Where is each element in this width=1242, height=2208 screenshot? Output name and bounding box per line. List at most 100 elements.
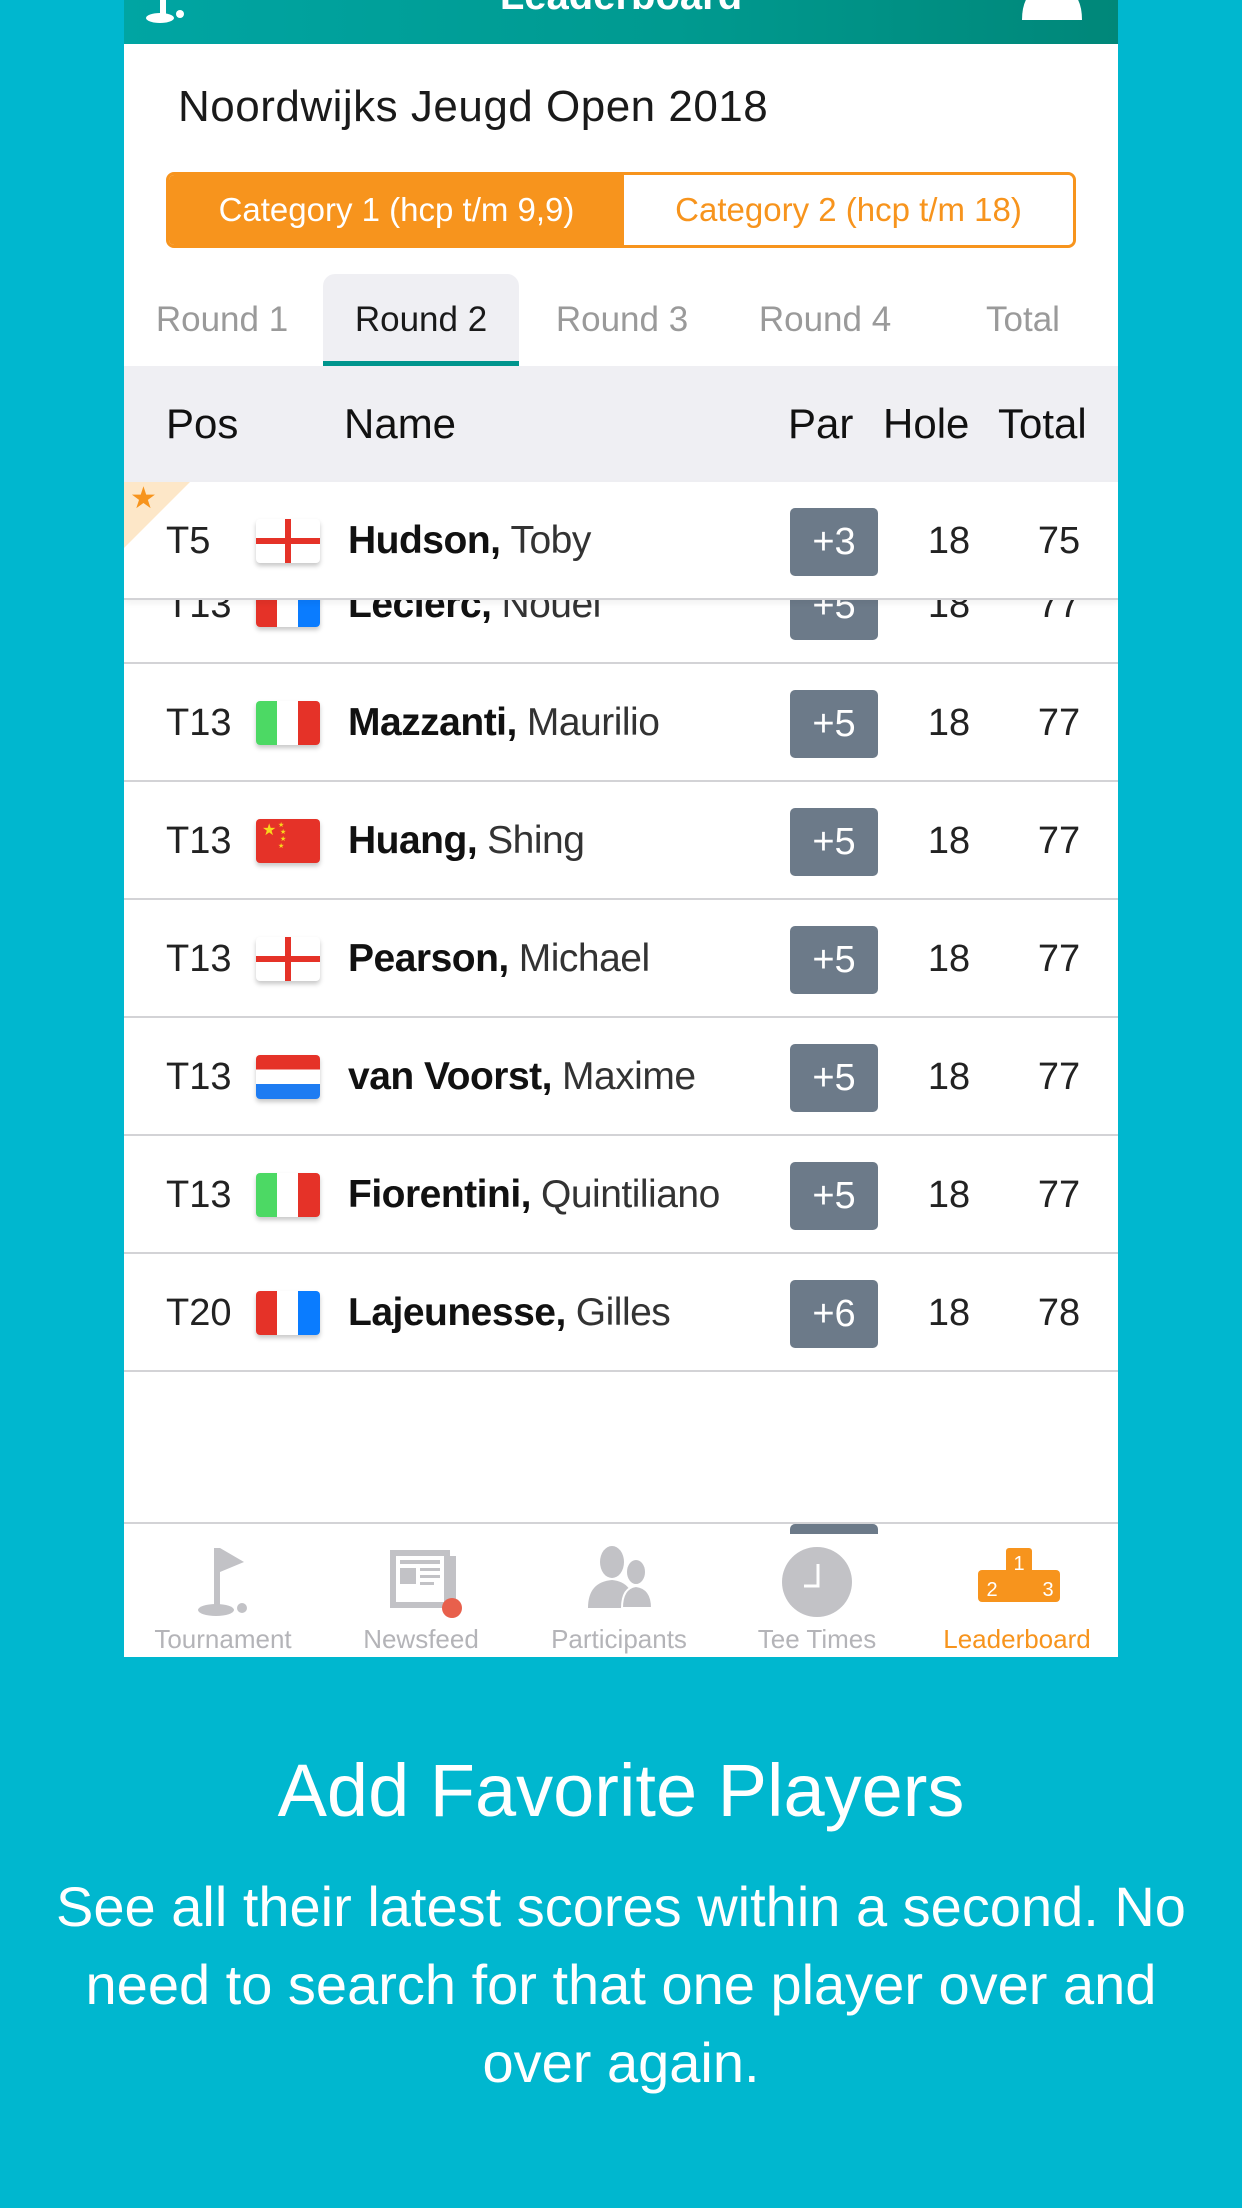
player-last-name: Lajeunesse, <box>348 1291 566 1334</box>
flag-china-icon: ★ ★ ★ ★ ★ <box>256 819 320 863</box>
tab-round-1[interactable]: Round 1 <box>124 274 320 366</box>
par-badge: +6 <box>790 1280 878 1348</box>
player-first-name: Quintiliano <box>541 1173 720 1216</box>
category-1-button[interactable]: Category 1 (hcp t/m 9,9) <box>169 175 624 245</box>
tab-tournament[interactable]: Tournament <box>124 1524 322 1657</box>
tab-newsfeed[interactable]: Newsfeed <box>322 1524 520 1657</box>
player-row[interactable]: T13 ★ ★ ★ ★ ★ Huang, Shing +5 18 77 <box>124 782 1118 900</box>
nav-title: Leaderboard <box>124 0 1118 19</box>
player-position: T13 <box>166 701 232 744</box>
player-last-name: Pearson, <box>348 937 509 980</box>
player-hole: 18 <box>927 1173 971 1216</box>
player-hole: 18 <box>927 1055 971 1098</box>
player-row[interactable]: T13 van Voorst, Maxime +5 18 77 <box>124 1018 1118 1136</box>
nav-bar: Leaderboard <box>124 0 1118 44</box>
player-row-partial[interactable] <box>124 1372 1118 1490</box>
player-name[interactable]: Mazzanti, Maurilio <box>348 664 660 782</box>
player-position: T13 <box>166 1055 232 1098</box>
player-hole: 18 <box>927 819 971 862</box>
tab-round-4[interactable]: Round 4 <box>722 274 928 366</box>
category-2-button[interactable]: Category 2 (hcp t/m 18) <box>624 175 1073 245</box>
player-position: T13 <box>166 1173 232 1216</box>
player-last-name: van Voorst, <box>348 1055 553 1098</box>
player-name[interactable]: Huang, Shing <box>348 782 585 900</box>
player-row[interactable]: T20 Lajeunesse, Gilles +6 18 78 <box>124 1254 1118 1372</box>
player-name[interactable]: Fiorentini, Quintiliano <box>348 1136 720 1254</box>
header-par: Par <box>788 400 854 447</box>
leaderboard-list[interactable]: T13Drescher,Kevin+51877T13Leclerc,Nouel+… <box>124 482 1118 1522</box>
par-badge: +5 <box>790 808 878 876</box>
player-position: T13 <box>166 937 232 980</box>
player-total: 75 <box>1037 519 1081 562</box>
player-last-name: Hudson, <box>348 519 501 562</box>
player-hole: 18 <box>927 1291 971 1334</box>
player-first-name: Maxime <box>562 1055 696 1098</box>
tab-participants[interactable]: Participants <box>520 1524 718 1657</box>
table-header: Pos Name Par Hole Total <box>124 366 1118 482</box>
player-first-name: Michael <box>518 937 650 980</box>
newspaper-icon <box>390 1550 462 1618</box>
player-row[interactable]: T13 Pearson, Michael +5 18 77 <box>124 900 1118 1018</box>
tab-label: Leaderboard <box>943 1624 1091 1654</box>
favorite-player-row[interactable]: ★ T5 Hudson, Toby +3 18 75 <box>124 482 1118 600</box>
player-position: T20 <box>166 1291 232 1334</box>
podium-2: 2 <box>986 1579 997 1601</box>
player-hole: 18 <box>927 519 971 562</box>
player-total: 77 <box>1037 819 1081 862</box>
player-name[interactable]: van Voorst, Maxime <box>348 1018 696 1136</box>
tab-label: Tee Times <box>757 1624 877 1654</box>
par-badge: +3 <box>790 508 878 576</box>
header-name: Name <box>344 400 457 447</box>
flag-italy-icon <box>256 701 320 745</box>
player-hole: 18 <box>927 701 971 744</box>
header-hole: Hole <box>883 400 970 447</box>
player-last-name: Huang, <box>348 819 478 862</box>
player-first-name: Maurilio <box>526 701 660 744</box>
player-name[interactable]: Pearson, Michael <box>348 900 650 1018</box>
golf-flag-icon <box>198 1548 247 1616</box>
header-total: Total <box>998 400 1087 447</box>
player-position: T13 <box>166 819 232 862</box>
player-first-name: Toby <box>510 519 591 562</box>
player-name[interactable]: Hudson, Toby <box>348 482 591 600</box>
app-screen: Leaderboard Noordwijks Jeugd Open 2018 C… <box>124 0 1118 1657</box>
player-first-name: Shing <box>487 819 585 862</box>
category-selector: Category 1 (hcp t/m 9,9) Category 2 (hcp… <box>166 172 1076 248</box>
tab-label: Tournament <box>154 1624 292 1654</box>
player-first-name: Gilles <box>575 1291 671 1334</box>
par-badge: +5 <box>790 690 878 758</box>
par-badge: +5 <box>790 1044 878 1112</box>
flag-england-icon <box>256 937 320 981</box>
tab-label: Newsfeed <box>363 1624 479 1654</box>
notification-dot <box>442 1598 462 1618</box>
player-hole: 18 <box>927 937 971 980</box>
star-icon[interactable]: ★ <box>130 484 157 514</box>
tab-leaderboard[interactable]: 1 2 3 Leaderboard <box>916 1524 1118 1657</box>
player-row[interactable]: T13 Fiorentini, Quintiliano +5 18 77 <box>124 1136 1118 1254</box>
tab-round-2[interactable]: Round 2 <box>323 274 519 366</box>
bottom-tab-bar: Tournament Newsfeed Participants Tee Tim… <box>124 1522 1118 1657</box>
player-name[interactable]: Lajeunesse, Gilles <box>348 1254 671 1372</box>
player-row[interactable]: T13 Mazzanti, Maurilio +5 18 77 <box>124 664 1118 782</box>
player-last-name: Fiorentini, <box>348 1173 532 1216</box>
tab-total[interactable]: Total <box>928 274 1118 366</box>
flag-france-icon <box>256 1291 320 1335</box>
promo-title: Add Favorite Players <box>277 1749 965 1832</box>
player-last-name: Mazzanti, <box>348 701 517 744</box>
player-position: T5 <box>166 519 211 562</box>
player-total: 77 <box>1037 701 1081 744</box>
par-badge: +5 <box>790 1162 878 1230</box>
header-pos: Pos <box>166 400 239 447</box>
tab-tee-times[interactable]: Tee Times <box>718 1524 916 1657</box>
round-tabs: Round 1 Round 2 Round 3 Round 4 Total <box>124 274 1118 366</box>
podium-1: 1 <box>1013 1553 1024 1575</box>
profile-icon[interactable] <box>1020 0 1084 20</box>
event-title: Noordwijks Jeugd Open 2018 <box>178 82 769 131</box>
promo-body: See all their latest scores within a sec… <box>56 1875 1186 2094</box>
tab-round-3[interactable]: Round 3 <box>522 274 722 366</box>
clock-icon <box>782 1547 852 1617</box>
par-badge: +5 <box>790 926 878 994</box>
player-total: 77 <box>1037 937 1081 980</box>
player-total: 77 <box>1037 1055 1081 1098</box>
flag-netherlands-icon <box>256 1055 320 1099</box>
